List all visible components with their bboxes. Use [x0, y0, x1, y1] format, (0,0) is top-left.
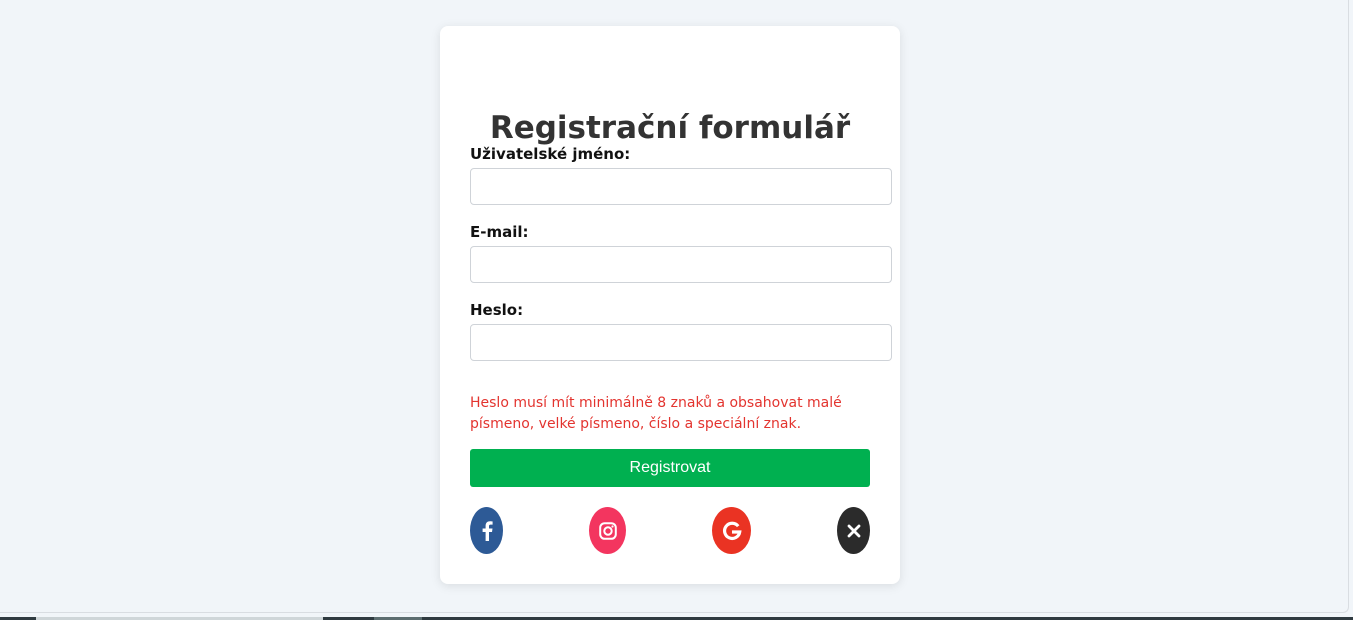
password-error-message: Heslo musí mít minimálně 8 znaků a obsah… — [470, 395, 842, 432]
password-label: Heslo: — [470, 301, 524, 319]
password-input[interactable] — [470, 324, 892, 361]
email-label: E-mail: — [470, 223, 529, 241]
username-input[interactable] — [470, 168, 892, 205]
register-button[interactable]: Registrovat — [470, 449, 870, 487]
x-icon — [847, 524, 860, 537]
instagram-button[interactable] — [589, 507, 626, 554]
x-button[interactable] — [837, 507, 870, 554]
registration-card: Registrační formulář Uživatelské jméno: … — [440, 26, 900, 584]
google-icon — [722, 521, 742, 540]
facebook-icon — [482, 520, 493, 541]
instagram-icon — [598, 521, 617, 540]
facebook-button[interactable] — [470, 507, 503, 554]
google-button[interactable] — [712, 507, 751, 554]
email-input[interactable] — [470, 246, 892, 283]
form-title: Registrační formulář — [489, 110, 851, 146]
username-label: Uživatelské jméno: — [470, 145, 631, 163]
